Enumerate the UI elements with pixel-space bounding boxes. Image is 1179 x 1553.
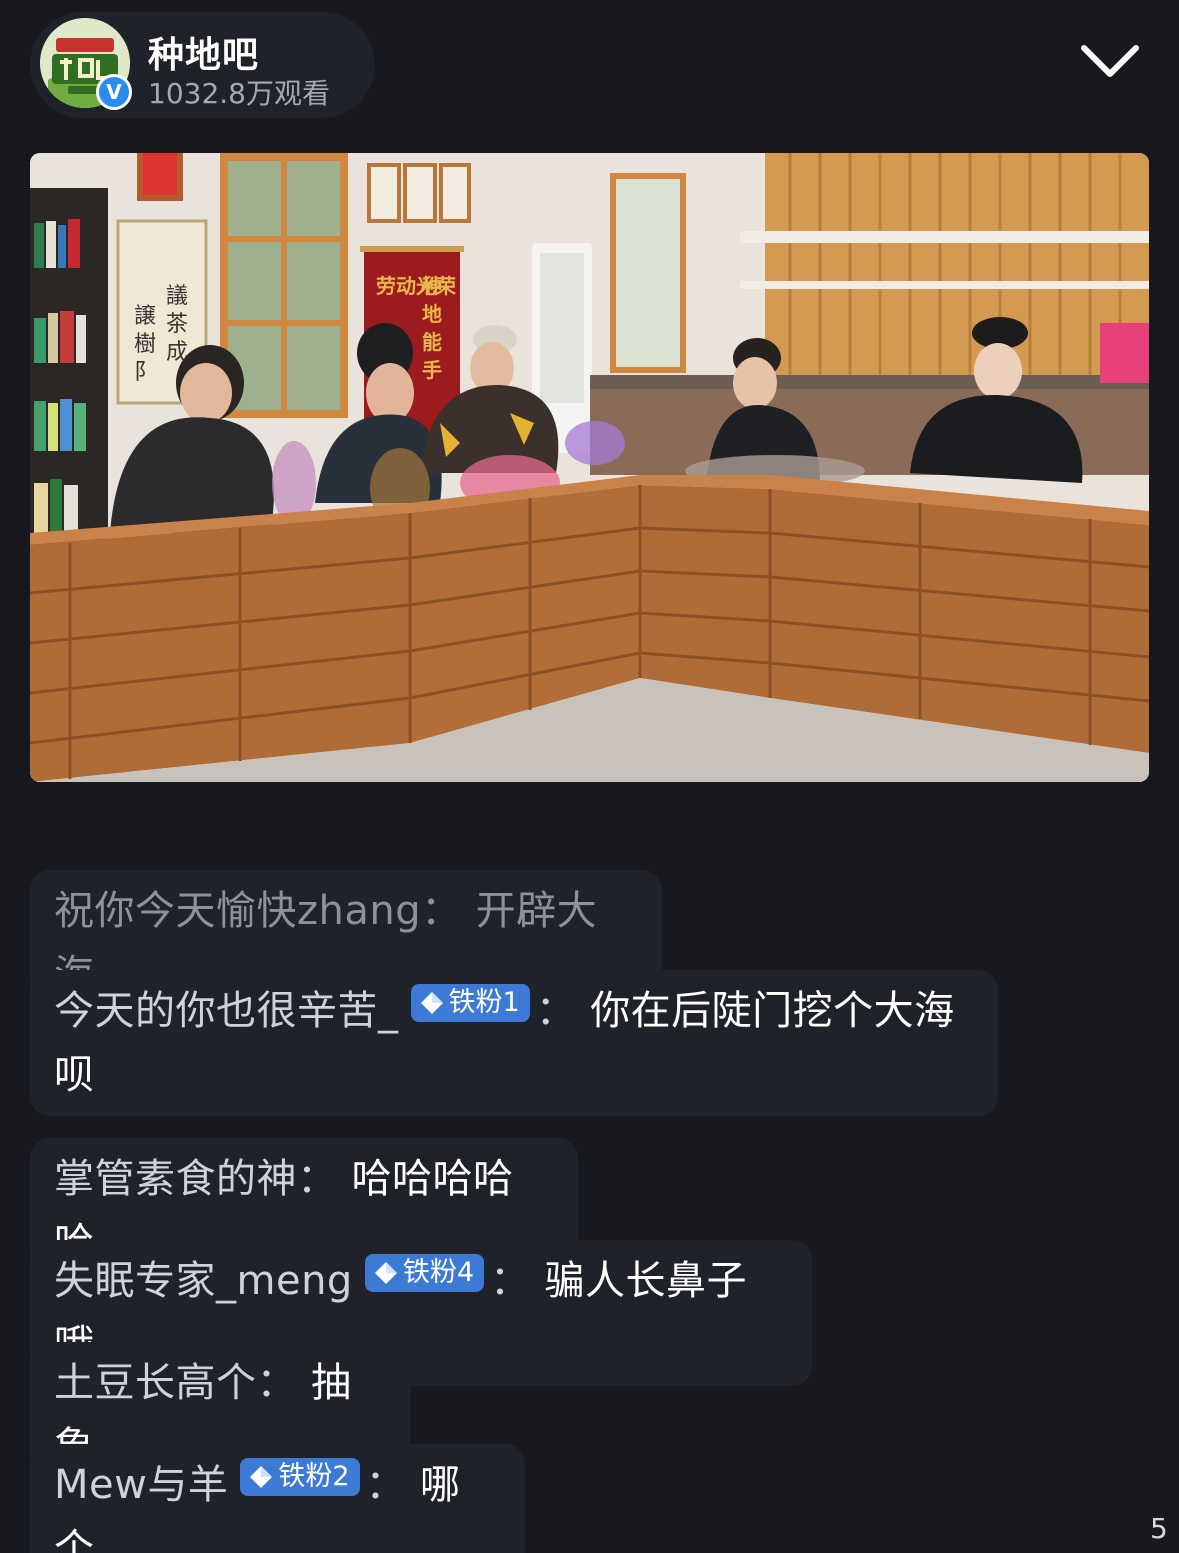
live-comment-screen: V 种地吧 1032.8万观看 議 茶 成 譲 樹 阝 劳动光荣 种 地 能 手… (0, 0, 1179, 1553)
svg-text:能: 能 (422, 330, 442, 354)
comment-username[interactable]: Mew与羊 (54, 1462, 228, 1508)
fan-level-badge: 铁粉1 (410, 984, 530, 1022)
comment-colon: ： (297, 1156, 338, 1202)
banner-text-left: 劳动光荣 (376, 274, 457, 298)
diamond-icon (250, 1466, 273, 1488)
comment-text-continued: 呗 (54, 1052, 95, 1098)
svg-text:地: 地 (422, 302, 442, 326)
comment-username[interactable]: 祝你今天愉快zhang (54, 888, 421, 934)
comment-item[interactable]: 今天的你也很辛苦_ 铁粉1 ： 你在后陡门挖个大海呗 (30, 970, 998, 1116)
svg-text:种: 种 (421, 274, 442, 298)
svg-text:阝: 阝 (134, 360, 156, 385)
comment-colon: ： (256, 1360, 297, 1406)
svg-text:茶: 茶 (166, 312, 188, 337)
channel-header[interactable]: V 种地吧 1032.8万观看 (30, 12, 375, 118)
comment-colon: ： (535, 988, 577, 1034)
fan-level-badge: 铁粉4 (364, 1254, 485, 1292)
fan-level-badge: 铁粉2 (240, 1458, 360, 1496)
comment-username[interactable]: 掌管素食的神 (54, 1156, 297, 1202)
view-count: 1032.8万观看 (148, 77, 330, 110)
badge-label: 铁粉2 (278, 1461, 350, 1492)
badge-label: 铁粉4 (402, 1257, 475, 1288)
comment-username[interactable]: 今天的你也很辛苦_ (54, 988, 399, 1034)
comment-item[interactable]: Mew与羊 铁粉2：哪个 (30, 1444, 525, 1553)
comment-username[interactable]: 失眠专家_meng (54, 1258, 353, 1304)
video-thumbnail[interactable]: 議茶成 譲樹阝 劳动光荣 种地能手 (30, 153, 1149, 782)
comment-colon: ： (421, 888, 462, 934)
channel-name[interactable]: 种地吧 (148, 26, 259, 78)
verified-badge-icon: V (96, 74, 132, 110)
svg-text:樹: 樹 (134, 332, 156, 357)
diamond-icon (374, 1262, 397, 1284)
comment-username[interactable]: 土豆长高个 (54, 1360, 257, 1406)
chevron-down-icon[interactable] (1074, 30, 1146, 94)
comment-colon: ： (490, 1258, 531, 1304)
svg-text:譲: 譲 (134, 304, 156, 329)
svg-text:手: 手 (422, 358, 442, 382)
comment-colon: ： (365, 1462, 407, 1508)
svg-text:議: 議 (166, 284, 188, 309)
badge-label: 铁粉1 (448, 987, 520, 1018)
diamond-icon (420, 992, 443, 1014)
edge-glyph: 5 (1150, 1512, 1168, 1545)
comment-text: 你在后陡门挖个大海 (590, 988, 955, 1034)
